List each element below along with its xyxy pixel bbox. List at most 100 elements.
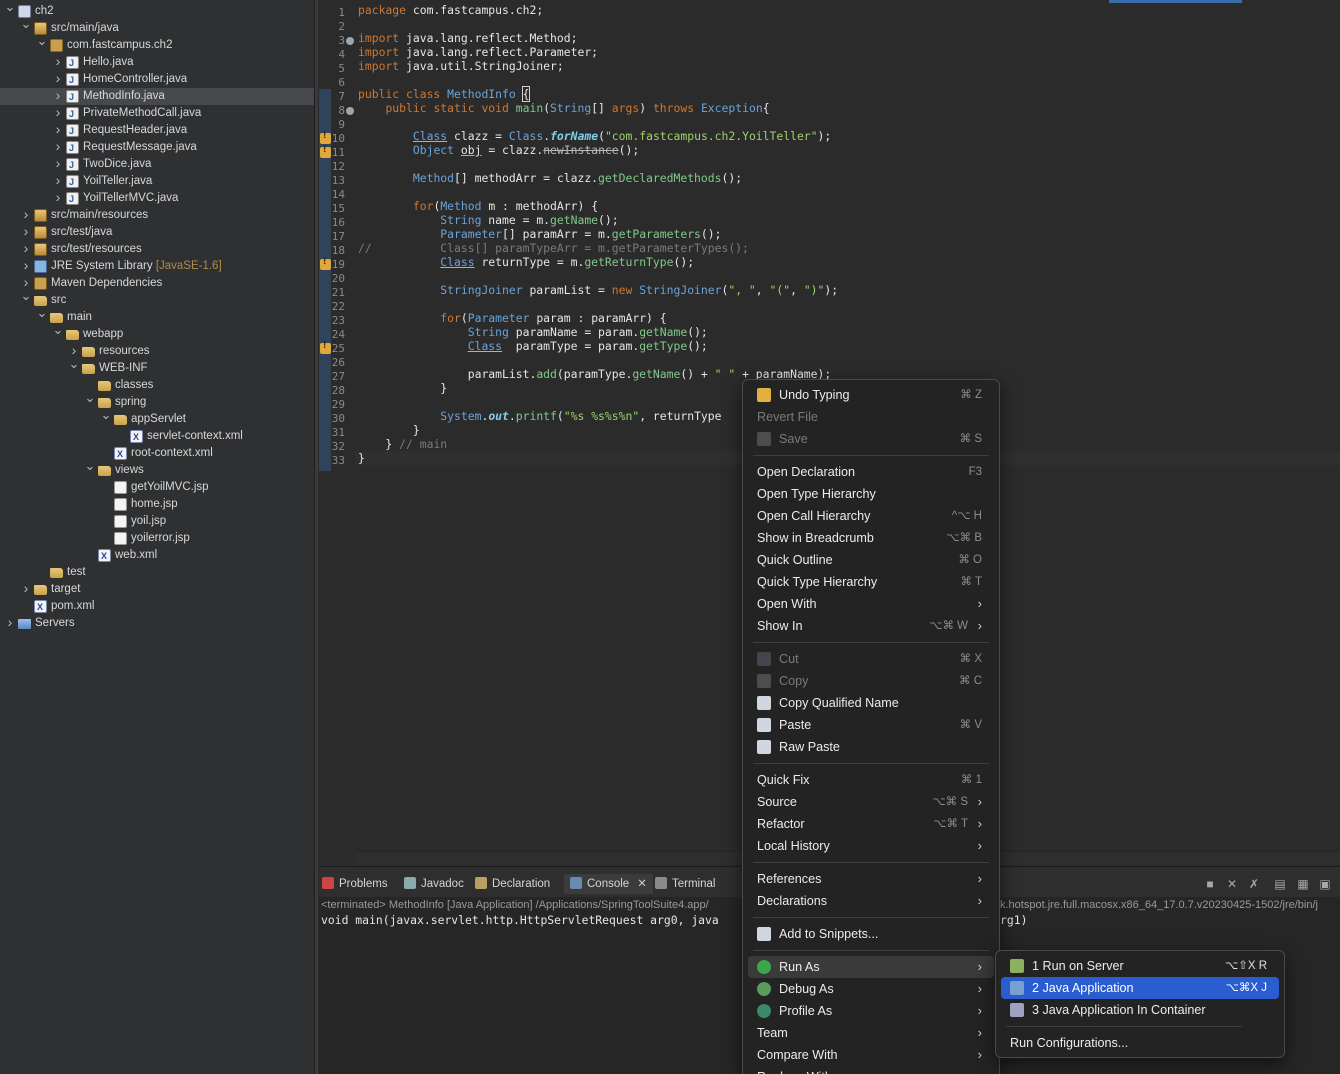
expand-chevron-icon[interactable]: › bbox=[20, 580, 32, 597]
collapse-chevron-icon[interactable]: ⌄ bbox=[20, 287, 32, 304]
warning-marker-icon[interactable] bbox=[320, 130, 331, 144]
code-line[interactable]: import java.lang.reflect.Method; bbox=[358, 31, 577, 45]
menu-item-open-type-hierarchy[interactable]: Open Type Hierarchy bbox=[748, 483, 994, 505]
menu-item-show-in-breadcrumb[interactable]: Show in Breadcrumb ⌥⌘ B bbox=[748, 527, 994, 549]
code-line[interactable]: StringJoiner paramList = new StringJoine… bbox=[358, 283, 838, 297]
terminate-icon[interactable]: ■ bbox=[1203, 877, 1217, 891]
expand-chevron-icon[interactable]: › bbox=[20, 240, 32, 257]
remove-launch-icon[interactable]: ✕ bbox=[1225, 877, 1239, 891]
menu-item-show-in[interactable]: Show In ⌥⌘ W › bbox=[748, 615, 994, 637]
tree-item[interactable]: ⌄ main bbox=[0, 305, 314, 326]
code-line[interactable]: System.out.printf("%s %s%s%n", returnTyp… bbox=[358, 409, 721, 423]
collapse-chevron-icon[interactable]: ⌄ bbox=[52, 321, 64, 338]
tree-item[interactable]: ⌄ webapp bbox=[0, 322, 314, 343]
tab-problems[interactable]: Problems bbox=[322, 875, 388, 893]
tree-item[interactable]: home.jsp bbox=[0, 496, 314, 513]
menu-item-3-java-application-in-container[interactable]: 3 Java Application In Container bbox=[1001, 999, 1279, 1021]
tab-terminal[interactable]: Terminal bbox=[655, 875, 715, 893]
expand-chevron-icon[interactable]: › bbox=[52, 189, 64, 206]
tree-item[interactable]: › RequestMessage.java bbox=[0, 138, 314, 157]
tree-item[interactable]: › HomeController.java bbox=[0, 70, 314, 89]
menu-item-paste[interactable]: Paste ⌘ V bbox=[748, 714, 994, 736]
fold-toggle-icon[interactable] bbox=[346, 37, 354, 45]
menu-item-quick-fix[interactable]: Quick Fix ⌘ 1 bbox=[748, 769, 994, 791]
menu-item-open-declaration[interactable]: Open Declaration F3 bbox=[748, 461, 994, 483]
code-line[interactable]: Class returnType = m.getReturnType(); bbox=[358, 255, 694, 269]
scroll-lock-icon[interactable]: ▦ bbox=[1296, 877, 1310, 891]
code-line[interactable]: Object obj = clazz.newInstance(); bbox=[358, 143, 639, 157]
menu-item-references[interactable]: References › bbox=[748, 868, 994, 890]
tree-item[interactable]: ⌄ com.fastcampus.ch2 bbox=[0, 33, 314, 54]
tree-item[interactable]: › RequestHeader.java bbox=[0, 121, 314, 140]
tree-item[interactable]: getYoilMVC.jsp bbox=[0, 479, 314, 496]
expand-chevron-icon[interactable]: › bbox=[52, 53, 64, 70]
expand-chevron-icon[interactable]: › bbox=[52, 155, 64, 172]
menu-item-raw-paste[interactable]: Raw Paste bbox=[748, 736, 994, 758]
code-line[interactable]: Class paramType = param.getType(); bbox=[358, 339, 708, 353]
tab-console[interactable]: Console ✕ bbox=[564, 874, 653, 894]
menu-item-open-call-hierarchy[interactable]: Open Call Hierarchy ^⌥ H bbox=[748, 505, 994, 527]
tree-item[interactable]: › target bbox=[0, 580, 314, 598]
tree-item[interactable]: › TwoDice.java bbox=[0, 155, 314, 174]
menu-item-quick-type-hierarchy[interactable]: Quick Type Hierarchy ⌘ T bbox=[748, 571, 994, 593]
menu-item-replace-with[interactable]: Replace With › bbox=[748, 1066, 994, 1074]
code-line[interactable]: String paramName = param.getName(); bbox=[358, 325, 708, 339]
tree-item[interactable]: web.xml bbox=[0, 547, 314, 565]
code-line[interactable]: String name = m.getName(); bbox=[358, 213, 618, 227]
menu-item-debug-as[interactable]: Debug As › bbox=[748, 978, 994, 1000]
code-line[interactable]: import java.util.StringJoiner; bbox=[358, 59, 564, 73]
tree-item[interactable]: ⌄ ch2 bbox=[0, 0, 314, 20]
code-line[interactable]: } bbox=[358, 423, 420, 437]
menu-item-refactor[interactable]: Refactor ⌥⌘ T › bbox=[748, 813, 994, 835]
code-line[interactable]: public class MethodInfo { bbox=[358, 86, 531, 102]
warning-marker-icon[interactable] bbox=[320, 144, 331, 158]
menu-item-team[interactable]: Team › bbox=[748, 1022, 994, 1044]
menu-item-1-run-on-server[interactable]: 1 Run on Server ⌥⇧X R bbox=[1001, 955, 1279, 977]
collapse-chevron-icon[interactable]: ⌄ bbox=[100, 406, 112, 423]
code-line[interactable]: Class clazz = Class.forName("com.fastcam… bbox=[358, 129, 831, 143]
tree-item[interactable]: › src/test/java bbox=[0, 223, 314, 241]
code-line[interactable]: // Class[] paramTypeArr = m.getParameter… bbox=[358, 241, 749, 255]
tree-item[interactable]: › Hello.java bbox=[0, 53, 314, 72]
tree-item[interactable]: classes bbox=[0, 377, 314, 394]
collapse-chevron-icon[interactable]: ⌄ bbox=[68, 355, 80, 372]
code-line[interactable]: import java.lang.reflect.Parameter; bbox=[358, 45, 598, 59]
expand-chevron-icon[interactable]: › bbox=[52, 121, 64, 138]
menu-item-local-history[interactable]: Local History › bbox=[748, 835, 994, 857]
code-line[interactable]: } // main bbox=[358, 437, 447, 451]
code-line[interactable]: Method[] methodArr = clazz.getDeclaredMe… bbox=[358, 171, 742, 185]
tab-javadoc[interactable]: Javadoc bbox=[404, 875, 464, 893]
tree-item[interactable]: ⌄ spring bbox=[0, 390, 314, 411]
collapse-chevron-icon[interactable]: ⌄ bbox=[84, 457, 96, 474]
code-line[interactable]: public static void main(String[] args) t… bbox=[358, 101, 769, 115]
expand-chevron-icon[interactable]: › bbox=[20, 223, 32, 240]
collapse-chevron-icon[interactable]: ⌄ bbox=[20, 15, 32, 32]
collapse-chevron-icon[interactable]: ⌄ bbox=[4, 0, 16, 15]
menu-item-quick-outline[interactable]: Quick Outline ⌘ O bbox=[748, 549, 994, 571]
tree-item[interactable]: › MethodInfo.java bbox=[0, 87, 314, 106]
code-line[interactable]: } bbox=[358, 381, 447, 395]
menu-item-profile-as[interactable]: Profile As › bbox=[748, 1000, 994, 1022]
tree-item[interactable]: ⌄ views bbox=[0, 458, 314, 479]
tree-item[interactable]: › src/main/resources bbox=[0, 206, 314, 224]
code-line[interactable]: for(Parameter param : paramArr) { bbox=[358, 311, 666, 325]
expand-chevron-icon[interactable]: › bbox=[20, 257, 32, 274]
menu-item-declarations[interactable]: Declarations › bbox=[748, 890, 994, 912]
tree-item[interactable]: pom.xml bbox=[0, 598, 314, 616]
tree-item[interactable]: › YoilTellerMVC.java bbox=[0, 189, 314, 208]
code-line[interactable]: for(Method m : methodArr) { bbox=[358, 199, 598, 213]
menu-item-source[interactable]: Source ⌥⌘ S › bbox=[748, 791, 994, 813]
collapse-chevron-icon[interactable]: ⌄ bbox=[36, 304, 48, 321]
tree-item[interactable]: test bbox=[0, 564, 314, 581]
clear-console-icon[interactable]: ▤ bbox=[1273, 877, 1287, 891]
tab-declaration[interactable]: Declaration bbox=[475, 875, 550, 893]
tree-item[interactable]: › PrivateMethodCall.java bbox=[0, 104, 314, 123]
close-icon[interactable]: ✕ bbox=[637, 878, 647, 890]
expand-chevron-icon[interactable]: › bbox=[52, 104, 64, 121]
tree-item[interactable]: ⌄ WEB-INF bbox=[0, 356, 314, 377]
tree-item[interactable]: › resources bbox=[0, 342, 314, 360]
tree-item[interactable]: root-context.xml bbox=[0, 445, 314, 463]
tree-item[interactable]: › Maven Dependencies bbox=[0, 274, 314, 292]
tree-item[interactable]: servlet-context.xml bbox=[0, 428, 314, 446]
tree-divider[interactable] bbox=[314, 0, 318, 1074]
